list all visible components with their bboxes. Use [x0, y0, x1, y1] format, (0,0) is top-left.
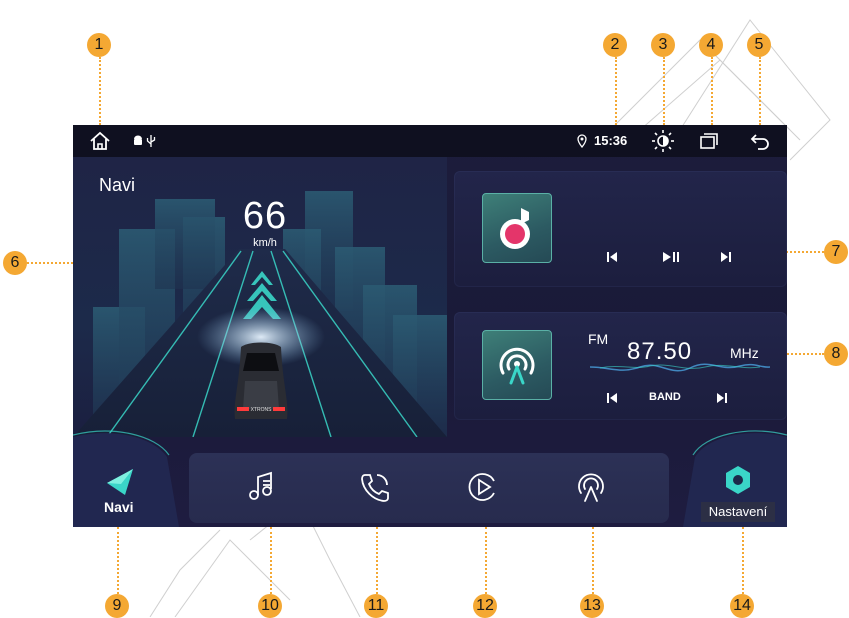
radio-band: FM — [588, 331, 609, 347]
leader-5 — [759, 57, 761, 125]
head-unit-screen: 15:36 Navi 66 km/h XTRONS FM 87.50 MHz B… — [73, 125, 787, 527]
android-icon — [134, 135, 142, 145]
callout-8: 8 — [824, 342, 848, 366]
back-icon[interactable] — [749, 132, 771, 150]
home-icon[interactable] — [89, 131, 111, 151]
callout-1: 1 — [87, 33, 111, 57]
leader-1 — [99, 57, 101, 125]
app-dock — [189, 453, 669, 523]
callout-5: 5 — [747, 33, 771, 57]
radio-unit: MHz — [730, 345, 759, 361]
previous-icon[interactable] — [606, 251, 618, 263]
leader-2 — [615, 57, 617, 125]
callout-6: 6 — [3, 251, 27, 275]
radio-widget[interactable]: FM 87.50 MHz BAND — [454, 312, 787, 420]
leader-4 — [711, 57, 713, 125]
phone-icon[interactable] — [355, 467, 395, 507]
brightness-icon[interactable] — [651, 129, 675, 153]
callout-12: 12 — [473, 594, 497, 618]
speed-unit: km/h — [253, 237, 277, 249]
radio-frequency: 87.50 — [627, 338, 693, 365]
car-badge: XTRONS — [250, 407, 272, 413]
callout-7: 7 — [824, 240, 848, 264]
music-app-icon[interactable] — [482, 193, 552, 263]
recent-apps-icon[interactable] — [699, 132, 719, 150]
location-icon — [577, 134, 587, 148]
radio-previous-icon[interactable] — [606, 392, 618, 404]
next-icon[interactable] — [720, 251, 732, 263]
navigation-arrow-icon[interactable] — [105, 467, 135, 497]
callout-13: 13 — [580, 594, 604, 618]
radio-app-icon[interactable] — [482, 330, 552, 400]
radio-icon[interactable] — [571, 467, 611, 507]
settings-icon[interactable] — [723, 465, 753, 495]
callout-14: 14 — [730, 594, 754, 618]
speed-value: 66 — [242, 195, 288, 237]
callout-9: 9 — [105, 594, 129, 618]
leader-14 — [742, 527, 744, 594]
leader-12 — [485, 527, 487, 594]
leader-11 — [376, 527, 378, 594]
callout-4: 4 — [699, 33, 723, 57]
settings-label[interactable]: Nastavení — [701, 502, 775, 522]
navi-title: Navi — [99, 175, 136, 195]
navigation-widget[interactable]: Navi 66 km/h XTRONS — [73, 157, 447, 437]
band-button[interactable]: BAND — [649, 391, 681, 403]
leader-9 — [117, 527, 119, 594]
video-icon[interactable] — [463, 467, 503, 507]
radio-next-icon[interactable] — [716, 392, 728, 404]
clock-time: 15:36 — [594, 133, 628, 148]
callout-3: 3 — [651, 33, 675, 57]
music-widget[interactable] — [454, 171, 787, 287]
callout-2: 2 — [603, 33, 627, 57]
leader-13 — [592, 527, 594, 594]
callout-11: 11 — [364, 594, 388, 618]
status-bar: 15:36 — [73, 125, 787, 157]
callout-10: 10 — [258, 594, 282, 618]
leader-10 — [270, 527, 272, 594]
usb-icon — [146, 135, 156, 147]
play-pause-icon[interactable] — [662, 251, 680, 263]
music-icon[interactable] — [241, 467, 281, 507]
navi-shortcut-label[interactable]: Navi — [104, 499, 134, 515]
leader-3 — [663, 57, 665, 125]
